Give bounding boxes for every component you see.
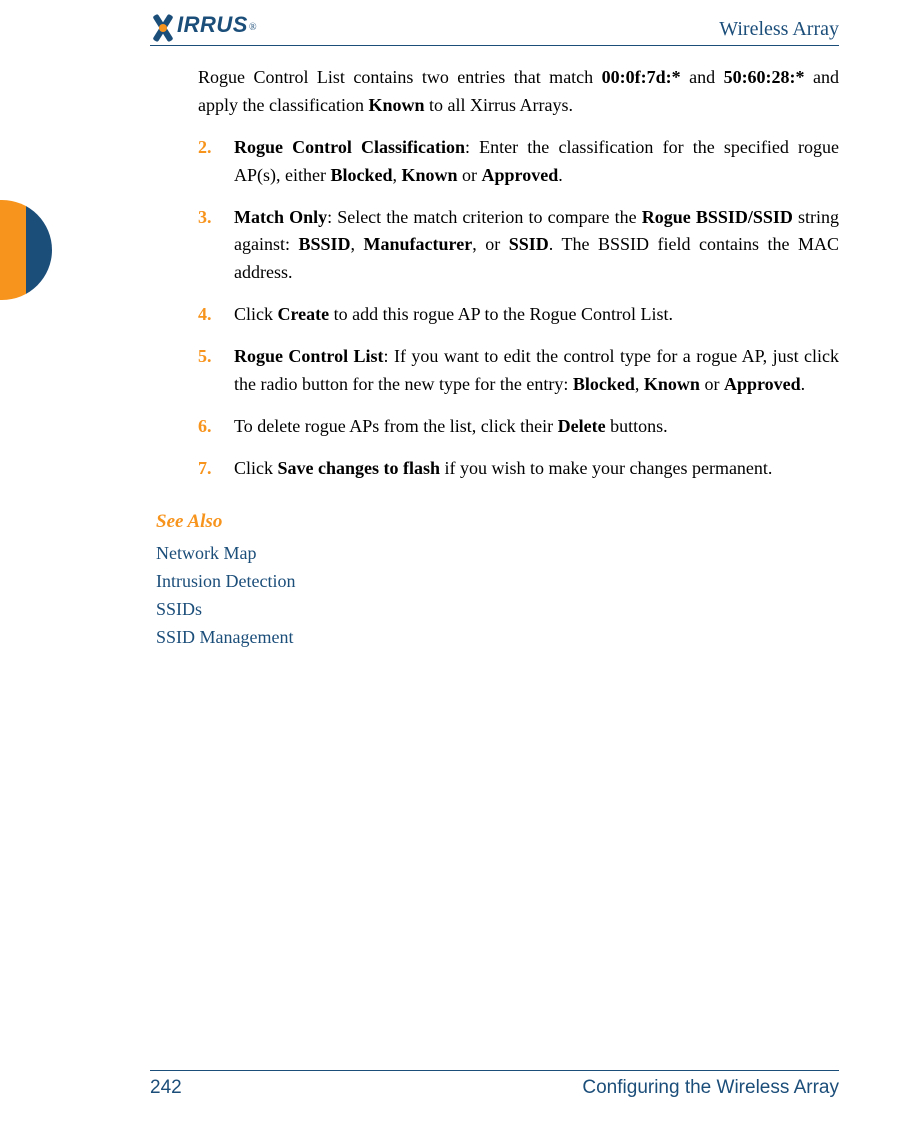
see-also-links: Network MapIntrusion DetectionSSIDsSSID …: [156, 540, 839, 652]
step-item: 6. To delete rogue APs from the list, cli…: [198, 413, 839, 441]
see-also-link[interactable]: Network Map: [156, 540, 839, 568]
step-bold-text: Delete: [558, 416, 606, 436]
step-bold-text: Create: [278, 304, 330, 324]
step-text: or: [458, 165, 482, 185]
steps-list: 2.Rogue Control Classification: Enter th…: [198, 134, 839, 483]
step-item: 2.Rogue Control Classification: Enter th…: [198, 134, 839, 190]
step-text: ,: [351, 234, 364, 254]
step-bold-text: Blocked: [330, 165, 392, 185]
step-number: 3.: [198, 204, 212, 232]
step-item: 3. Match Only: Select the match criterion…: [198, 204, 839, 288]
step-number: 6.: [198, 413, 212, 441]
step-text: if you wish to make your changes permane…: [440, 458, 772, 478]
document-title: Wireless Array: [719, 18, 839, 43]
logo-registered: ®: [249, 22, 257, 33]
lead-text: Rogue Control List contains two entries …: [198, 67, 602, 87]
see-also-link[interactable]: SSIDs: [156, 596, 839, 624]
see-also-heading: See Also: [156, 507, 839, 536]
page-number: 242: [150, 1077, 182, 1099]
step-bold-text: Rogue BSSID/SSID: [642, 207, 793, 227]
step-item: 5.Rogue Control List: If you want to edi…: [198, 343, 839, 399]
lead-text: and: [681, 67, 724, 87]
step-number: 2.: [198, 134, 212, 162]
step-text: Click: [234, 304, 278, 324]
xirrus-logo: IRRUS ®: [150, 13, 257, 41]
step-bold-text: Blocked: [573, 374, 635, 394]
step-bold-text: Rogue Control List: [234, 346, 384, 366]
keyword-known: Known: [368, 95, 424, 115]
step-text: or: [700, 374, 724, 394]
step-bold-text: SSID: [509, 234, 549, 254]
step-text: buttons.: [606, 416, 668, 436]
step-number: 4.: [198, 301, 212, 329]
step-bold-text: Save changes to flash: [278, 458, 441, 478]
step-text: : Select the match criterion to compare …: [327, 207, 642, 227]
step-item: 7. Click Save changes to flash if you wis…: [198, 455, 839, 483]
see-also-link[interactable]: Intrusion Detection: [156, 568, 839, 596]
mac-address-1: 00:0f:7d:*: [602, 67, 681, 87]
page-header: IRRUS ® Wireless Array: [150, 14, 839, 46]
step-text: ,: [393, 165, 402, 185]
side-tab-icon: [0, 200, 52, 300]
see-also-section: See Also Network MapIntrusion DetectionS…: [156, 507, 839, 652]
see-also-link[interactable]: SSID Management: [156, 624, 839, 652]
step-text: To delete rogue APs from the list, click…: [234, 416, 558, 436]
step-text: .: [801, 374, 806, 394]
lead-text: to all Xirrus Arrays.: [424, 95, 572, 115]
step-text: Click: [234, 458, 278, 478]
step-item: 4. Click Create to add this rogue AP to t…: [198, 301, 839, 329]
page-footer: 242 Configuring the Wireless Array: [150, 1070, 839, 1099]
page-content: Rogue Control List contains two entries …: [198, 64, 839, 652]
step-text: , or: [472, 234, 509, 254]
step-text: to add this rogue AP to the Rogue Contro…: [329, 304, 673, 324]
logo-text: IRRUS: [177, 12, 248, 38]
step-bold-text: Manufacturer: [364, 234, 473, 254]
step-text: ,: [635, 374, 644, 394]
lead-paragraph: Rogue Control List contains two entries …: [198, 64, 839, 120]
step-bold-text: Match Only: [234, 207, 327, 227]
step-bold-text: BSSID: [299, 234, 351, 254]
step-bold-text: Known: [402, 165, 458, 185]
section-title: Configuring the Wireless Array: [582, 1077, 839, 1099]
logo-x-icon: [150, 15, 175, 40]
step-bold-text: Rogue Control Classification: [234, 137, 465, 157]
step-bold-text: Approved: [482, 165, 559, 185]
mac-address-2: 50:60:28:*: [724, 67, 805, 87]
step-text: .: [558, 165, 563, 185]
step-bold-text: Known: [644, 374, 700, 394]
step-number: 5.: [198, 343, 212, 371]
step-bold-text: Approved: [724, 374, 801, 394]
step-number: 7.: [198, 455, 212, 483]
